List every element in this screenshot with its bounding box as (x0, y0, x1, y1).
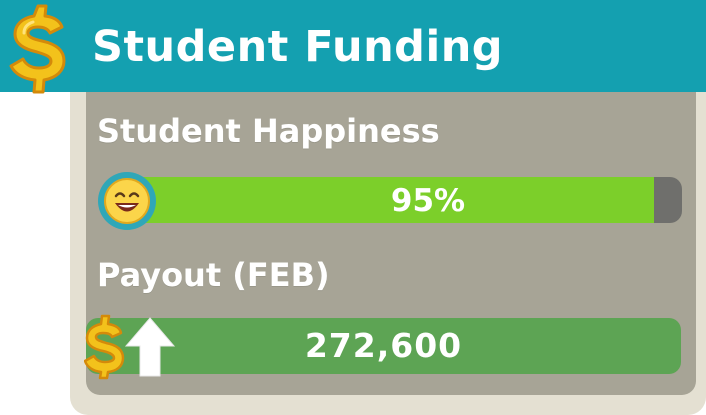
payout-label: Payout (FEB) (97, 256, 330, 294)
panel-title: Student Funding (92, 22, 504, 72)
dollar-up-arrow-icon (84, 314, 176, 380)
happiness-value: 95% (390, 183, 466, 219)
dollar-icon (9, 4, 66, 94)
student-happiness-label: Student Happiness (97, 112, 440, 150)
panel-header: Student Funding (0, 0, 706, 92)
happy-face-icon (98, 172, 156, 230)
